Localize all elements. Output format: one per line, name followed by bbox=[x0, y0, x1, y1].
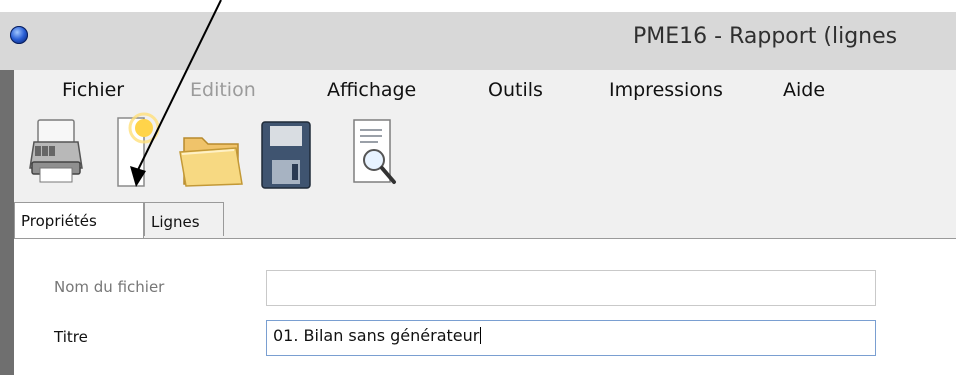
left-strip bbox=[0, 70, 14, 375]
open-folder-icon bbox=[179, 137, 243, 187]
menu-impressions[interactable]: Impressions bbox=[609, 79, 723, 101]
menu-fichier[interactable]: Fichier bbox=[62, 79, 124, 101]
printer-icon bbox=[29, 119, 83, 183]
tab-proprietes[interactable]: Propriétés bbox=[14, 202, 144, 238]
window-title: PME16 - Rapport (lignes bbox=[633, 24, 898, 49]
menu-aide[interactable]: Aide bbox=[783, 79, 825, 101]
tab-lignes[interactable]: Lignes bbox=[144, 202, 224, 236]
menu-affichage[interactable]: Affichage bbox=[327, 79, 416, 101]
title-label: Titre bbox=[54, 328, 88, 346]
open-folder-button[interactable] bbox=[176, 112, 246, 192]
new-document-button[interactable] bbox=[104, 112, 160, 192]
print-button[interactable] bbox=[26, 112, 86, 192]
app-icon[interactable] bbox=[10, 26, 28, 44]
title-value: 01. Bilan sans générateur bbox=[273, 326, 480, 345]
menu-bar: Fichier Edition Affichage Outils Impress… bbox=[0, 70, 956, 110]
app-window: PME16 - Rapport (lignes Fichier Edition … bbox=[0, 12, 956, 375]
print-preview-icon bbox=[353, 119, 396, 184]
save-floppy-icon bbox=[261, 121, 311, 189]
title-bar[interactable]: PME16 - Rapport (lignes bbox=[0, 12, 956, 70]
save-button[interactable] bbox=[256, 112, 316, 192]
new-document-icon bbox=[117, 112, 160, 187]
print-preview-button[interactable] bbox=[344, 112, 404, 192]
properties-panel: Nom du fichier Titre 01. Bilan sans géné… bbox=[14, 239, 956, 375]
title-field[interactable]: 01. Bilan sans générateur bbox=[266, 320, 876, 356]
text-caret bbox=[480, 327, 482, 344]
menu-outils[interactable]: Outils bbox=[488, 79, 543, 101]
menu-edition[interactable]: Edition bbox=[190, 79, 256, 101]
toolbar bbox=[0, 112, 956, 208]
filename-field[interactable] bbox=[266, 270, 876, 306]
filename-label: Nom du fichier bbox=[54, 278, 165, 296]
